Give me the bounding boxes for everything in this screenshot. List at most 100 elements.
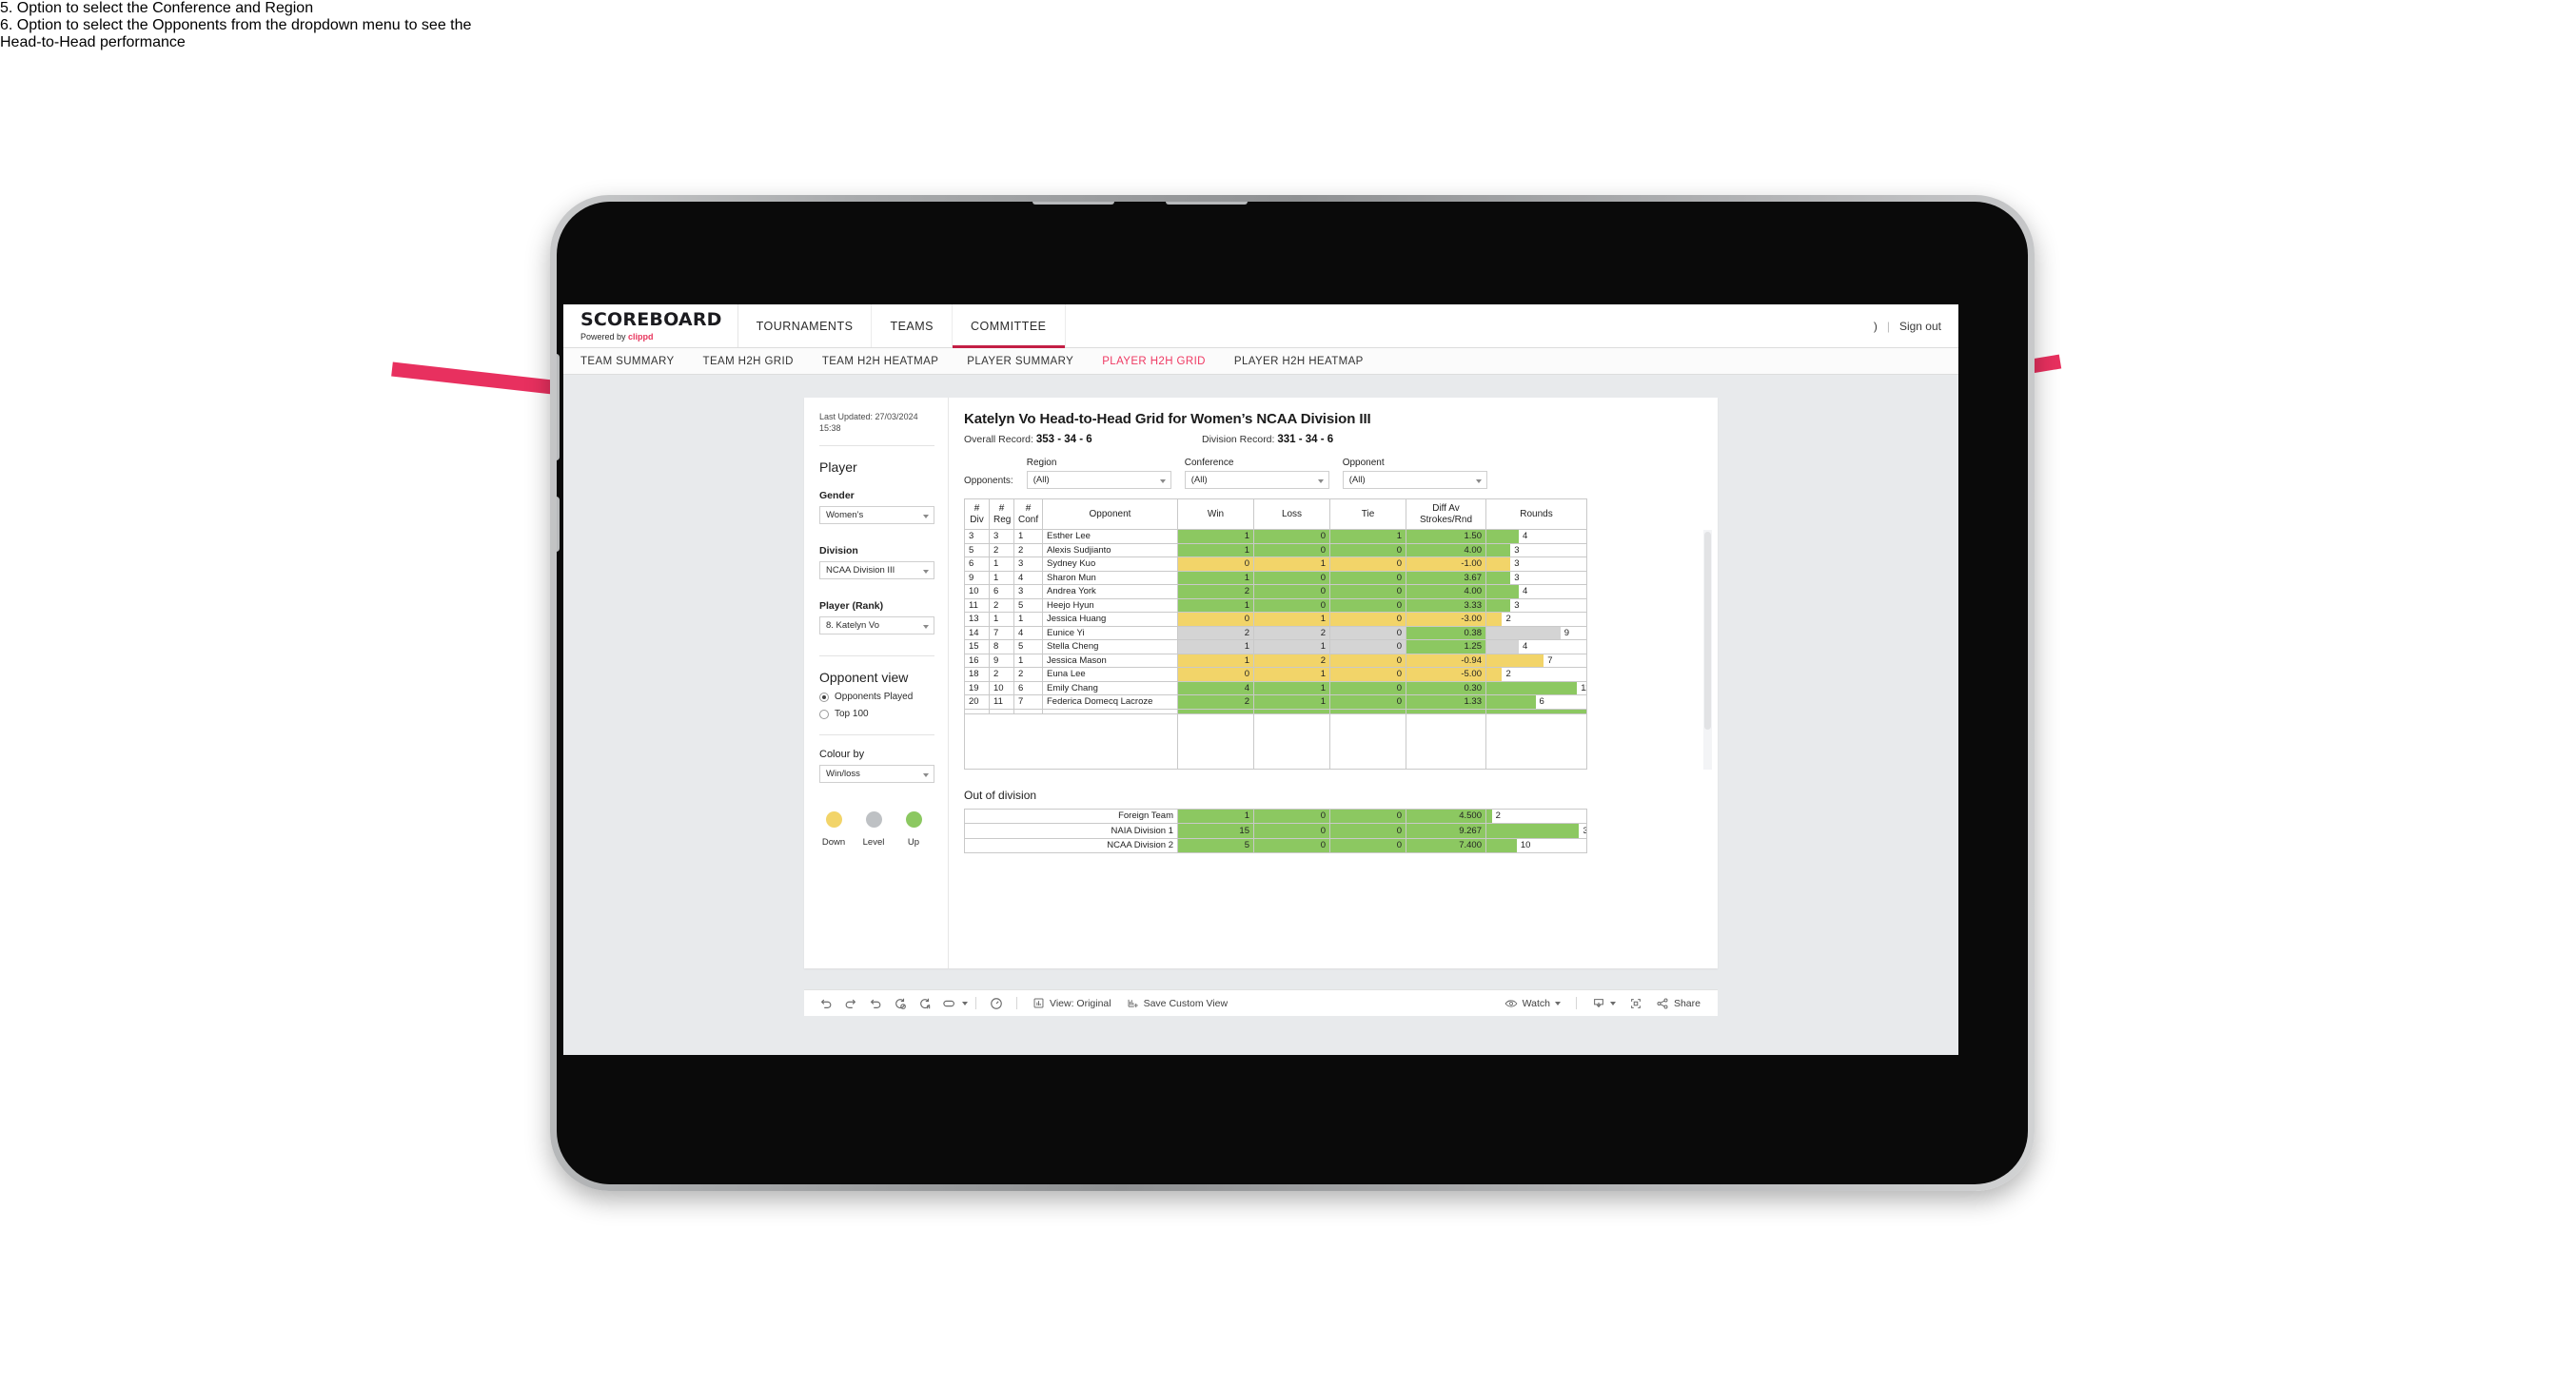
table-row[interactable]: 13 1 1 Jessica Huang 0 1 0 -3.00 2 <box>964 612 1587 627</box>
subnav-team-summary[interactable]: TEAM SUMMARY <box>580 356 675 367</box>
account-area: ) | Sign out <box>1874 304 1958 347</box>
table-row[interactable]: 20 11 7 Federica Domecq Lacroze 2 1 0 1.33 6 <box>964 694 1587 710</box>
cell-diff: 1.25 <box>1406 639 1486 654</box>
pause-icon[interactable] <box>913 991 937 1016</box>
out-of-division-row[interactable]: Foreign Team 1 0 0 4.500 2 <box>964 808 1587 824</box>
cell-rounds: 4 <box>1485 639 1587 654</box>
cell-conf: 2 <box>1013 667 1043 682</box>
out-of-division-body: Foreign Team 1 0 0 4.500 2 NAIA Division 1 15 0 0… <box>964 808 1587 853</box>
download-button[interactable] <box>1584 991 1623 1016</box>
colour-by-select[interactable]: Win/loss <box>819 765 934 784</box>
rounds-bar <box>1486 585 1520 598</box>
sidebar-heading-player: Player <box>819 459 857 476</box>
table-row[interactable]: 15 8 5 Stella Cheng 1 1 0 1.25 4 <box>964 639 1587 654</box>
out-of-division-row[interactable]: NCAA Division 2 5 0 0 7.400 10 <box>964 837 1587 853</box>
sign-out-link[interactable]: Sign out <box>1899 320 1941 333</box>
cell-reg: 2 <box>989 597 1014 613</box>
column-header-tie[interactable]: Tie <box>1329 498 1406 530</box>
column-header-loss[interactable]: Loss <box>1253 498 1330 530</box>
column-header-rounds[interactable]: Rounds <box>1485 498 1587 530</box>
share-label: Share <box>1673 997 1701 1009</box>
table-row[interactable]: 3 3 1 Esther Lee 1 0 1 1.50 4 <box>964 529 1587 544</box>
player-rank-select[interactable]: 8. Katelyn Vo <box>819 616 934 635</box>
cell-diff: 1.33 <box>1406 694 1486 710</box>
table-row[interactable]: 11 2 5 Heejo Hyun 1 0 0 3.33 3 <box>964 597 1587 613</box>
chevron-down-icon[interactable] <box>962 1001 968 1005</box>
cell-tie: 0 <box>1329 625 1406 640</box>
filters-prefix-label: Opponents: <box>964 476 1013 486</box>
rounds-value: 7 <box>1547 654 1553 666</box>
topnav-committee[interactable]: COMMITTEE <box>953 304 1066 348</box>
division-select[interactable]: NCAA Division III <box>819 561 934 580</box>
cell-tie: 1 <box>1329 529 1406 544</box>
gender-select[interactable]: Women’s <box>819 506 934 525</box>
cell-group-name: NAIA Division 1 <box>964 823 1178 839</box>
device-preview-icon[interactable] <box>984 991 1009 1016</box>
field-colour-by: Colour by Win/loss <box>819 749 934 784</box>
fullscreen-icon[interactable] <box>1623 991 1648 1016</box>
redo-icon[interactable] <box>838 991 863 1016</box>
table-row[interactable]: 9 1 4 Sharon Mun 1 0 0 3.67 3 <box>964 570 1587 585</box>
legend-down: Down <box>821 811 846 848</box>
revert-icon[interactable] <box>863 991 888 1016</box>
view-original-button[interactable]: View: Original <box>1025 991 1119 1016</box>
cell-diff: 4.500 <box>1406 808 1486 824</box>
table-row[interactable]: 19106Emily Chang4100.3011 <box>964 680 1587 695</box>
cell-tie: 0 <box>1329 837 1406 853</box>
table-row[interactable]: 14 7 4 Eunice Yi 2 2 0 0.38 9 <box>964 625 1587 640</box>
radio-opponents-played[interactable]: Opponents Played <box>819 692 934 702</box>
region-select[interactable]: (All) <box>1026 471 1171 489</box>
cell-win: 2 <box>1177 625 1254 640</box>
chevron-down-icon[interactable] <box>1554 1001 1561 1005</box>
table-row[interactable]: 6 1 3 Sydney Kuo 0 1 0 -1.00 3 <box>964 556 1587 572</box>
cell-rounds: 7 <box>1485 653 1587 668</box>
cell-conf: 2 <box>1013 542 1043 557</box>
table-row[interactable]: 16 9 1 Jessica Mason 1 2 0 -0.94 7 <box>964 653 1587 668</box>
cell-diff: 4.00 <box>1406 542 1486 557</box>
table-row[interactable]: 18 2 2 Euna Lee 0 1 0 -5.00 2 <box>964 667 1587 682</box>
column-header-win[interactable]: Win <box>1177 498 1254 530</box>
scrollbar-thumb[interactable] <box>1704 532 1711 730</box>
rounds-value: 3 <box>1514 558 1520 570</box>
cell-reg: 3 <box>989 529 1014 544</box>
rounds-bar <box>1486 824 1581 838</box>
refresh-icon[interactable] <box>888 991 913 1016</box>
opponent-select[interactable]: (All) <box>1342 471 1487 489</box>
column-header-diff-av-strokes-rnd[interactable]: Diff Av Strokes/Rnd <box>1406 498 1486 530</box>
chevron-down-icon <box>923 569 929 574</box>
subnav-player-summary[interactable]: PLAYER SUMMARY <box>967 356 1073 367</box>
table-row[interactable]: 5 2 2 Alexis Sudjianto 1 0 0 4.00 3 <box>964 542 1587 557</box>
out-of-division-row[interactable]: NAIA Division 115009.26730 <box>964 823 1587 839</box>
conference-select[interactable]: (All) <box>1184 471 1329 489</box>
cell-opponent: Sydney Kuo <box>1042 556 1178 572</box>
field-division-label: Division <box>819 545 858 557</box>
radio-top-100[interactable]: Top 100 <box>819 709 934 719</box>
grid-vertical-scrollbar[interactable] <box>1703 530 1712 770</box>
alerts-icon[interactable] <box>937 991 962 1016</box>
legend-up-label: Up <box>907 837 920 849</box>
table-row[interactable]: 10 6 3 Andrea York 2 0 0 4.00 4 <box>964 584 1587 599</box>
column-header-reg[interactable]: # Reg <box>989 498 1014 530</box>
column-header-conf[interactable]: # Conf <box>1013 498 1043 530</box>
cell-tie: 0 <box>1329 597 1406 613</box>
column-header-opponent[interactable]: Opponent <box>1042 498 1178 530</box>
cell-div: 5 <box>964 542 990 557</box>
topnav-teams[interactable]: TEAMS <box>872 304 953 347</box>
topnav-tournaments[interactable]: TOURNAMENTS <box>738 304 873 347</box>
cell-conf: 3 <box>1013 584 1043 599</box>
subnav-team-h2h-grid[interactable]: TEAM H2H GRID <box>703 356 794 367</box>
subnav-team-h2h-heatmap[interactable]: TEAM H2H HEATMAP <box>822 356 938 367</box>
brand-logo[interactable]: SCOREBOARD Powered by clippd <box>563 304 738 347</box>
undo-icon[interactable] <box>814 991 838 1016</box>
cell-conf: 4 <box>1013 625 1043 640</box>
save-custom-view-button[interactable]: Save Custom View <box>1119 991 1236 1016</box>
cell-win: 0 <box>1177 667 1254 682</box>
column-header-div[interactable]: # Div <box>964 498 990 530</box>
subnav-player-h2h-grid[interactable]: PLAYER H2H GRID <box>1102 356 1206 367</box>
watch-button[interactable]: Watch <box>1497 991 1568 1016</box>
subnav-player-h2h-heatmap[interactable]: PLAYER H2H HEATMAP <box>1234 356 1364 367</box>
chevron-down-icon[interactable] <box>1609 1001 1616 1005</box>
cell-loss: 1 <box>1253 612 1330 627</box>
share-button[interactable]: Share <box>1648 991 1708 1016</box>
app-topbar: SCOREBOARD Powered by clippd TOURNAMENTS… <box>563 304 1958 348</box>
